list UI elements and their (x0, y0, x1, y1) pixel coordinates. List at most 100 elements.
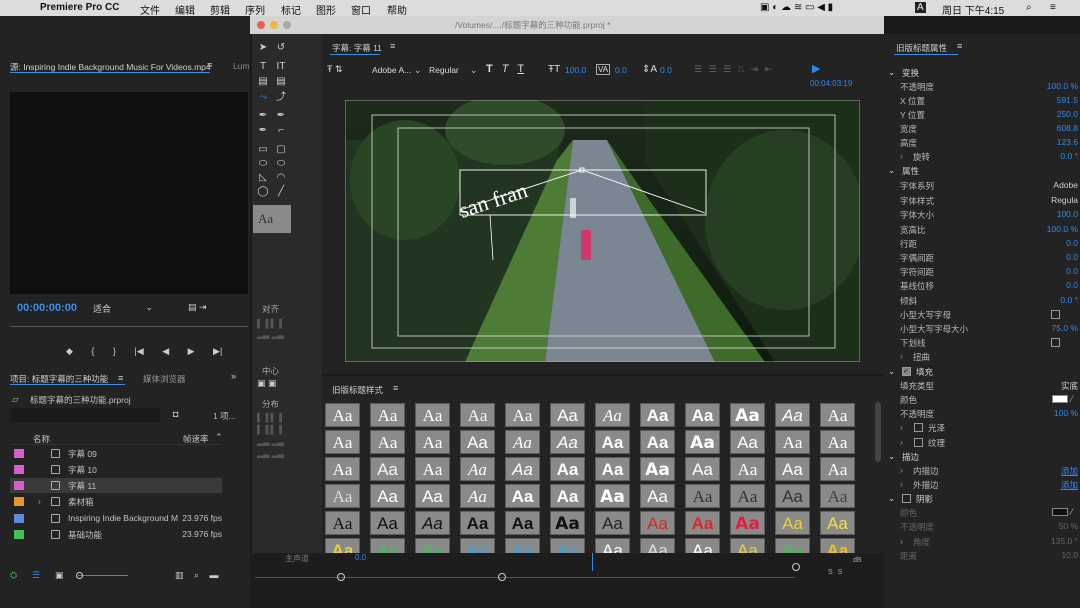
style-swatch[interactable]: Aa (370, 403, 405, 427)
align-buttons[interactable]: ▌▐ ▌▐ ▂▃ ▂▃ (257, 318, 289, 342)
project-menu-icon[interactable]: ≡ (118, 373, 123, 383)
export-frame-icon[interactable]: ▤ ⇥ (188, 302, 207, 313)
value-fill_type[interactable]: 实底 (1061, 380, 1078, 392)
zoom-slider[interactable] (78, 575, 128, 576)
style-swatch[interactable]: Aa (730, 484, 765, 508)
expand-icon[interactable]: › (900, 351, 903, 361)
project-actions[interactable]: ▥ ⌕ ▬ (175, 570, 219, 581)
type-icon[interactable]: T (257, 62, 269, 72)
menu-clip[interactable]: 剪辑 (210, 2, 230, 17)
section-checkbox[interactable]: ✓ (902, 367, 911, 376)
style-swatch[interactable]: Aa (595, 538, 630, 553)
minimize-button[interactable] (270, 21, 278, 29)
style-swatch[interactable]: Aa (460, 511, 495, 535)
section-shadow[interactable]: 阴影 (916, 493, 933, 505)
clipped-rect-icon[interactable]: ⬭ (257, 159, 269, 169)
style-swatch[interactable]: Aa (505, 403, 540, 427)
properties-menu-icon[interactable]: ≡ (957, 41, 962, 51)
icon-view-icon[interactable]: ▣ (55, 570, 64, 581)
vertical-type-icon[interactable]: IT (275, 62, 287, 72)
style-swatch[interactable]: Aa (730, 430, 765, 454)
style-swatch[interactable]: Aa (325, 484, 360, 508)
style-dropdown-icon[interactable]: ⌄ (470, 65, 478, 76)
track-value[interactable]: 0.0 (355, 553, 366, 562)
style-swatch[interactable]: Aa (640, 538, 675, 553)
expand-icon[interactable]: › (900, 536, 903, 546)
style-swatch[interactable]: Aa (730, 511, 765, 535)
value-w[interactable]: 608.8 (1057, 123, 1078, 133)
project-row[interactable]: 字幕 09 (10, 446, 222, 461)
style-swatch[interactable]: Aa (325, 511, 360, 535)
sort-icon[interactable]: ⌃ (215, 432, 223, 443)
menu-icon[interactable]: ≡ (207, 60, 212, 70)
value-h[interactable]: 123.6 (1057, 137, 1078, 147)
style-swatch[interactable]: Aa (415, 403, 450, 427)
title-tab[interactable]: 字幕: 字幕 11 (332, 42, 382, 54)
lock-icon[interactable]: ⛭ (10, 570, 17, 581)
path-type-icon[interactable]: ⤳ (257, 93, 269, 103)
project-row[interactable]: 字幕 10 (10, 462, 222, 477)
list-icon[interactable]: ≡ (1050, 2, 1056, 13)
value-tracking[interactable]: 0.0 (1066, 266, 1078, 276)
search-icon[interactable]: ⌕ (1026, 2, 1032, 13)
section-transform[interactable]: 变换 (902, 67, 919, 79)
style-swatch[interactable]: Aa (685, 484, 720, 508)
vertical-area-type-icon[interactable]: ▤ (275, 77, 287, 87)
scroll-handle-right[interactable] (498, 573, 506, 581)
color-swatch[interactable] (1052, 508, 1068, 516)
project-row[interactable]: 基础功能 23.976 fps (10, 527, 222, 542)
style-swatch[interactable]: Aa (685, 403, 720, 427)
styles-scrollbar[interactable] (875, 402, 881, 462)
value-sh_angle[interactable]: 135.0 ° (1051, 536, 1078, 546)
font-select[interactable]: Adobe A... (372, 65, 411, 75)
style-swatch[interactable]: Aa (595, 403, 630, 427)
value-fill_opacity[interactable]: 100 % (1054, 408, 1078, 418)
leading-value[interactable]: 0.0 (660, 65, 672, 75)
style-swatch[interactable]: Aa (325, 538, 360, 553)
value-smallcaps_size[interactable]: 75.0 % (1052, 323, 1078, 333)
zoom-handle[interactable] (792, 563, 800, 571)
bin-icon[interactable]: ◘ (173, 409, 178, 419)
selection-icon[interactable]: ➤ (257, 43, 269, 53)
add-link[interactable]: 添加 (1061, 479, 1078, 491)
kerning-value[interactable]: 0.0 (615, 65, 627, 75)
wedge-icon[interactable]: ◺ (257, 173, 269, 183)
style-swatch[interactable]: Aa (685, 538, 720, 553)
font-size-value[interactable]: 100.0 (565, 65, 586, 75)
style-swatch[interactable]: Aa (505, 457, 540, 481)
menu-marker[interactable]: 标记 (281, 2, 301, 17)
label-color-swatch[interactable] (14, 530, 24, 539)
style-select[interactable]: Regular (429, 65, 459, 75)
style-swatch[interactable]: Aa (415, 484, 450, 508)
style-swatch[interactable]: Aa (775, 403, 810, 427)
eyedropper-icon[interactable]: ⁄ (1071, 507, 1073, 517)
value-aspect[interactable]: 100.0 % (1047, 224, 1078, 234)
menu-graphics[interactable]: 图形 (316, 2, 336, 17)
style-swatch[interactable]: Aa (685, 511, 720, 535)
value-rot[interactable]: 0.0 ° (1060, 151, 1078, 161)
solo-buttons[interactable]: S S (828, 569, 842, 576)
label-color-swatch[interactable] (14, 514, 24, 523)
style-swatch[interactable]: Aa (820, 457, 855, 481)
input-method-icon[interactable]: A (915, 2, 926, 13)
style-swatch[interactable]: Aa (820, 484, 855, 508)
value-font_family[interactable]: Adobe (1053, 180, 1078, 190)
style-swatch[interactable]: Aa (820, 430, 855, 454)
source-scrubber[interactable] (10, 326, 248, 330)
list-view-icon[interactable]: ☰ (32, 570, 40, 581)
fit-select[interactable]: 适合 ⌄ (93, 302, 155, 314)
scroll-handle-left[interactable] (337, 573, 345, 581)
value-y[interactable]: 250.0 (1057, 109, 1078, 119)
option-checkbox[interactable] (914, 438, 923, 447)
arc-icon[interactable]: ◠ (275, 173, 287, 183)
value-leading[interactable]: 0.0 (1066, 238, 1078, 248)
style-swatch[interactable]: Aa (415, 457, 450, 481)
expand-icon[interactable]: › (900, 479, 903, 489)
app-menu[interactable]: Premiere Pro CC (40, 2, 119, 13)
section-stroke[interactable]: 描边 (902, 451, 919, 463)
properties-tab[interactable]: 旧版标题属性 (896, 42, 947, 54)
style-swatch[interactable]: Aa (460, 430, 495, 454)
style-swatch[interactable]: Aa (370, 430, 405, 454)
style-swatch[interactable]: Aa (460, 538, 495, 553)
vertical-path-type-icon[interactable]: ⤴ (275, 93, 287, 103)
